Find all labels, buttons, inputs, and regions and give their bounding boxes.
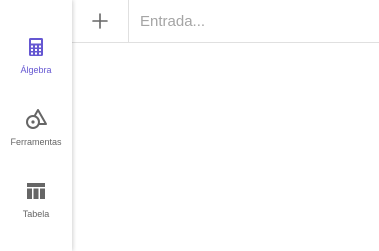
sidebar-item-label: Álgebra: [20, 65, 52, 75]
calculator-icon: [29, 38, 43, 56]
algebra-input-row: [72, 0, 379, 43]
table-icon: [27, 183, 45, 199]
algebra-input[interactable]: [140, 8, 370, 34]
add-item-button[interactable]: [72, 0, 129, 42]
sidebar-item-algebra[interactable]: Álgebra: [0, 35, 72, 75]
sidebar-item-label: Tabela: [22, 209, 50, 219]
sidebar-item-tools[interactable]: Ferramentas: [0, 107, 72, 147]
sidebar: Álgebra Ferramentas Tabela: [0, 0, 72, 251]
sidebar-item-label: Ferramentas: [10, 137, 62, 147]
sidebar-item-table[interactable]: Tabela: [0, 179, 72, 219]
plus-icon: [92, 13, 108, 29]
algebra-view: [72, 0, 379, 251]
shapes-tools-icon: [26, 109, 47, 129]
